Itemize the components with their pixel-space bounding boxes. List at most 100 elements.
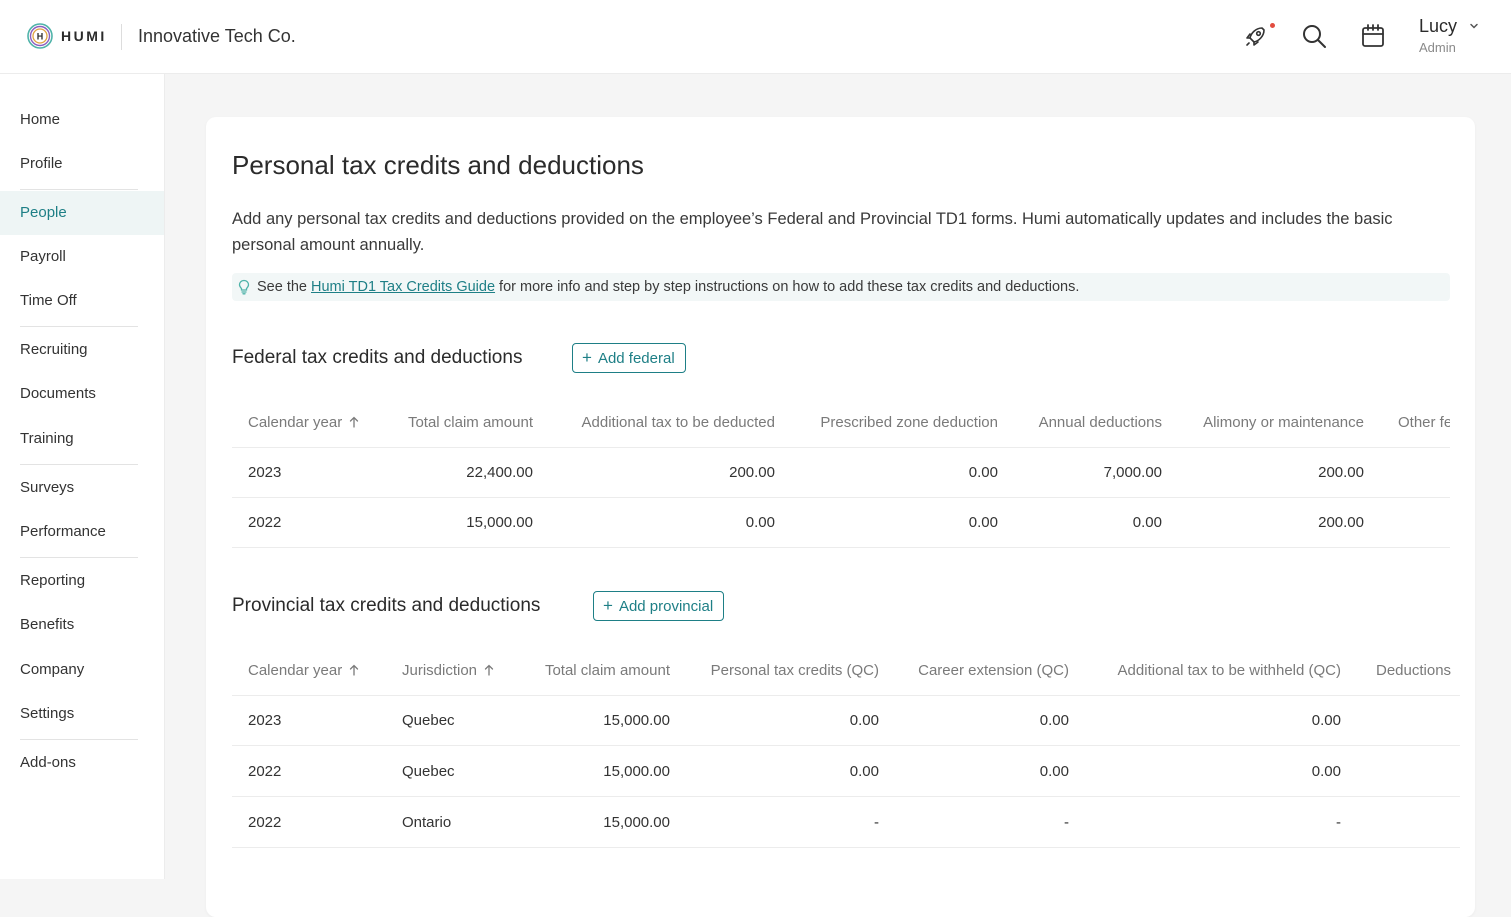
cell-year: 2023 [248,464,282,481]
cell-total: 15,000.00 [603,814,670,831]
sidebar-item-training[interactable]: Training [0,417,164,461]
cell-personal: - [874,814,879,831]
cell-total: 15,000.00 [603,712,670,729]
table-row[interactable]: 2023 Quebec 15,000.00 0.00 0.00 0.00 [232,696,1460,746]
lightbulb-icon [238,279,250,295]
rocket-icon[interactable] [1242,22,1270,50]
user-role: Admin [1419,40,1456,55]
humi-logo-icon[interactable]: H [26,19,54,53]
column-header-label: Calendar year [248,414,343,431]
sort-arrow-up-icon[interactable] [349,664,359,676]
cell-additional: 0.00 [745,514,775,531]
plus-icon: + [582,348,592,367]
column-header-career-extension[interactable]: Career extension (QC) [892,646,1069,696]
calendar-icon[interactable] [1359,22,1387,50]
sort-arrow-up-icon[interactable] [349,416,359,428]
add-provincial-button[interactable]: + Add provincial [593,591,725,621]
column-header-total-claim[interactable]: Total claim amount [392,398,533,448]
column-header-label: Calendar year [248,662,343,679]
table-row[interactable]: 2022 15,000.00 0.00 0.00 0.00 200.00 [232,498,1450,548]
sidebar-item-people[interactable]: People [0,191,164,235]
sidebar-item-settings[interactable]: Settings [0,692,164,736]
cell-additional: 0.00 [1311,763,1341,780]
add-provincial-label: Add provincial [618,598,714,615]
column-header-jurisdiction[interactable]: Jurisdiction [402,646,494,696]
cell-annual: 7,000.00 [1103,464,1162,481]
sidebar-item-profile[interactable]: Profile [0,142,164,186]
column-header-annual-deductions[interactable]: Annual deductions [1022,398,1162,448]
federal-table: Calendar year Total claim amount Additio… [232,398,1450,550]
search-icon[interactable] [1300,22,1328,50]
cell-annual: 0.00 [1132,514,1162,531]
cell-total: 22,400.00 [466,464,533,481]
intro-text: Add any personal tax credits and deducti… [232,210,1393,254]
cell-personal: 0.00 [849,763,879,780]
sidebar-item-benefits[interactable]: Benefits [0,603,164,647]
td1-guide-link[interactable]: Humi TD1 Tax Credits Guide [311,279,495,295]
column-header-additional-withheld[interactable]: Additional tax to be withheld (QC) [1082,646,1341,696]
cell-career: 0.00 [1039,712,1069,729]
column-header-additional-tax[interactable]: Additional tax to be deducted [552,398,775,448]
sidebar-item-add-ons[interactable]: Add-ons [0,741,164,785]
cell-additional: - [1336,814,1341,831]
cell-alimony: 200.00 [1318,514,1364,531]
plus-icon: + [603,596,613,615]
table-row[interactable]: 2023 22,400.00 200.00 0.00 7,000.00 200.… [232,448,1450,498]
column-header-total-claim[interactable]: Total claim amount [522,646,670,696]
column-header-calendar-year[interactable]: Calendar year [248,398,359,448]
table-header-row: Calendar year Jurisdiction Total claim a… [232,646,1460,696]
table-header-row: Calendar year Total claim amount Additio… [232,398,1450,448]
chevron-down-icon[interactable] [1468,20,1480,32]
sidebar-item-surveys[interactable]: Surveys [0,466,164,510]
user-name[interactable]: Lucy [1419,16,1457,37]
divider [20,189,138,190]
divider [20,464,138,465]
cell-personal: 0.00 [849,712,879,729]
sidebar-item-performance[interactable]: Performance [0,510,164,554]
column-header-personal-credits[interactable]: Personal tax credits (QC) [682,646,879,696]
table-row[interactable]: 2022 Ontario 15,000.00 - - - [232,798,1460,848]
divider [20,557,138,558]
sidebar-item-time-off[interactable]: Time Off [0,279,164,323]
company-name: Innovative Tech Co. [138,26,296,46]
tip-prefix: See the [257,279,312,295]
cell-jurisdiction: Ontario [402,814,452,831]
cell-year: 2023 [248,712,282,729]
table-row[interactable]: 2022 Quebec 15,000.00 0.00 0.00 0.00 [232,747,1460,797]
sidebar-item-reporting[interactable]: Reporting [0,559,164,603]
federal-section-title: Federal tax credits and deductions [232,347,523,368]
cell-career: - [1064,814,1069,831]
cell-jurisdiction: Quebec [402,712,455,729]
column-header-prescribed-zone[interactable]: Prescribed zone deduction [792,398,998,448]
tip-suffix: for more info and step by step instructi… [495,279,1080,295]
cell-additional: 200.00 [729,464,775,481]
add-federal-label: Add federal [597,350,675,367]
top-bar: H HUMI Innovative Tech Co. Lucy Admin [0,0,1511,74]
sidebar-item-recruiting[interactable]: Recruiting [0,328,164,372]
cell-additional: 0.00 [1311,712,1341,729]
column-header-label: Jurisdiction [402,662,478,679]
provincial-section-title: Provincial tax credits and deductions [232,595,541,616]
sidebar: Home Profile People Payroll Time Off Rec… [0,74,165,879]
cell-jurisdiction: Quebec [402,763,455,780]
sort-arrow-up-icon[interactable] [484,664,494,676]
column-header-calendar-year[interactable]: Calendar year [248,646,359,696]
cell-career: 0.00 [1039,763,1069,780]
tip-banner: See the Humi TD1 Tax Credits Guide for m… [232,273,1450,301]
divider [20,326,138,327]
sidebar-item-company[interactable]: Company [0,648,164,692]
add-federal-button[interactable]: + Add federal [572,343,686,373]
sidebar-item-documents[interactable]: Documents [0,372,164,416]
sidebar-item-home[interactable]: Home [0,98,164,142]
cell-year: 2022 [248,814,282,831]
logo-text: HUMI [61,28,107,44]
column-header-other[interactable]: Other fe [1398,398,1450,448]
column-header-alimony[interactable]: Alimony or maintenance [1182,398,1364,448]
sidebar-item-payroll[interactable]: Payroll [0,235,164,279]
cell-zone: 0.00 [968,464,998,481]
cell-year: 2022 [248,763,282,780]
cell-zone: 0.00 [968,514,998,531]
divider [121,24,122,50]
cell-alimony: 200.00 [1318,464,1364,481]
column-header-deductions[interactable]: Deductions [1376,646,1451,696]
